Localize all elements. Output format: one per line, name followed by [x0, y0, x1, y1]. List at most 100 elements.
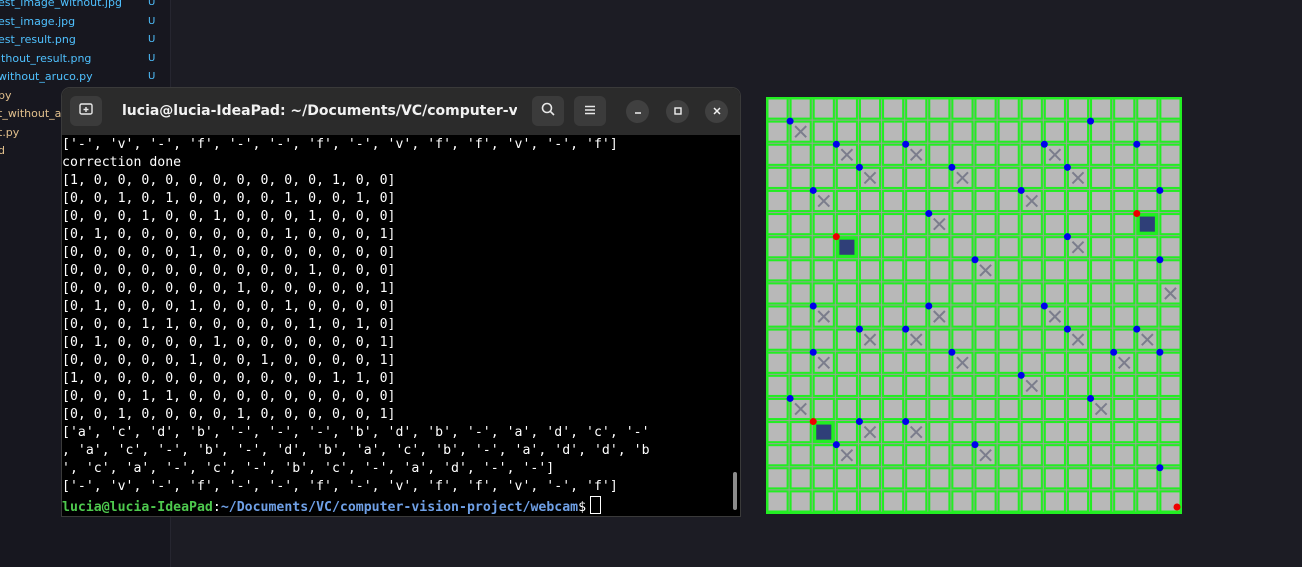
blue-corner-marker — [855, 325, 863, 333]
answer-cell — [1136, 351, 1159, 374]
sidebar-file-name: ithout_result.png — [0, 51, 92, 65]
answer-cell — [997, 236, 1020, 259]
menu-button[interactable] — [574, 96, 606, 126]
answer-cell — [766, 143, 789, 166]
answer-cell — [766, 467, 789, 490]
answer-cell — [1113, 120, 1136, 143]
answer-cell — [1113, 467, 1136, 490]
answer-cell — [997, 305, 1020, 328]
sidebar-file-item[interactable]: without_aruco.py U — [0, 68, 155, 86]
answer-cell — [882, 374, 905, 397]
answer-cell — [882, 166, 905, 189]
sidebar-file-item[interactable]: est_image.jpg U — [0, 13, 155, 31]
terminal-output-line: correction done — [62, 155, 182, 170]
answer-cell — [1020, 259, 1043, 282]
terminal-output-line: [0, 0, 0, 0, 0, 1, 0, 0, 1, 0, 0, 0, 0, … — [62, 353, 396, 368]
blue-corner-marker — [1040, 140, 1048, 148]
answer-cell — [928, 467, 951, 490]
answer-cell — [766, 213, 789, 236]
answer-cell — [905, 490, 928, 513]
new-tab-button[interactable] — [70, 96, 102, 126]
answer-cell — [766, 236, 789, 259]
answer-cell — [1159, 328, 1182, 351]
answer-cell — [1113, 444, 1136, 467]
answer-cell — [1090, 328, 1113, 351]
answer-cell — [951, 421, 974, 444]
blue-corner-marker — [1156, 464, 1164, 472]
answer-cell — [997, 490, 1020, 513]
answer-cell — [1159, 120, 1182, 143]
answer-cell — [766, 97, 789, 120]
answer-cell — [1090, 236, 1113, 259]
answer-cell — [951, 120, 974, 143]
answer-cell — [1043, 374, 1066, 397]
answer-cell — [835, 166, 858, 189]
search-button[interactable] — [532, 96, 564, 126]
blue-corner-marker — [1156, 256, 1164, 264]
answer-cell — [789, 305, 812, 328]
answer-cell — [835, 490, 858, 513]
answer-cell — [1159, 421, 1182, 444]
blue-corner-marker — [786, 117, 794, 125]
minimize-button[interactable] — [626, 100, 649, 123]
sidebar-file-name: est_result.png — [0, 33, 76, 46]
answer-cell — [1090, 166, 1113, 189]
terminal-output[interactable]: ['-', 'v', '-', 'f', '-', '-', 'f', '-',… — [62, 138, 730, 516]
answer-cell — [905, 213, 928, 236]
answer-cell — [974, 236, 997, 259]
answer-cell — [1043, 397, 1066, 421]
sidebar-file-item[interactable]: est_result.png U — [0, 31, 155, 49]
answer-cell — [997, 259, 1020, 282]
maximize-button[interactable] — [666, 100, 689, 123]
blue-corner-marker — [1017, 371, 1025, 379]
terminal-window[interactable]: lucia@lucia-IdeaPad: ~/Documents/VC/comp… — [62, 88, 740, 516]
answer-cell — [882, 97, 905, 120]
red-corner-marker — [832, 233, 840, 241]
answer-cell — [1066, 467, 1090, 490]
answer-cell — [882, 351, 905, 374]
terminal-title: lucia@lucia-IdeaPad: ~/Documents/VC/comp… — [122, 103, 517, 119]
blue-corner-marker — [1087, 394, 1095, 402]
search-icon — [540, 101, 556, 121]
prompt-separator: : — [212, 500, 221, 515]
answer-cell — [974, 467, 997, 490]
answer-cell — [1113, 374, 1136, 397]
answer-cell — [858, 467, 882, 490]
terminal-scrollbar[interactable] — [733, 472, 737, 510]
answer-cell — [974, 490, 997, 513]
terminal-output-line: [0, 1, 0, 0, 0, 0, 0, 0, 0, 1, 0, 0, 0, … — [62, 227, 396, 242]
answer-cell — [928, 189, 951, 213]
answer-cell — [1113, 282, 1136, 305]
close-button[interactable] — [705, 100, 728, 123]
answer-cell — [1113, 97, 1136, 120]
answer-cell — [1159, 236, 1182, 259]
answer-cell — [1020, 351, 1043, 374]
answer-cell — [1020, 490, 1043, 513]
answer-cell — [1159, 189, 1182, 213]
answer-cell — [974, 120, 997, 143]
answer-cell — [951, 444, 974, 467]
answer-cell — [812, 490, 835, 513]
answer-cell — [905, 97, 928, 120]
answer-cell — [1066, 397, 1090, 421]
answer-cell — [1090, 189, 1113, 213]
terminal-output-line: [0, 0, 0, 0, 0, 0, 0, 0, 0, 0, 1, 0, 0, … — [62, 263, 396, 278]
sidebar-file-item[interactable]: ithout_result.png U — [0, 50, 155, 68]
answer-cell — [766, 328, 789, 351]
answer-cell — [882, 305, 905, 328]
blue-corner-marker — [1017, 186, 1025, 194]
answer-cell — [1159, 351, 1182, 374]
answer-cell — [1020, 143, 1043, 166]
sidebar-file-item[interactable]: est_image_without.jpg U — [0, 0, 155, 12]
terminal-output-line: [1, 0, 0, 0, 0, 0, 0, 0, 0, 0, 0, 1, 1, … — [62, 371, 396, 386]
answer-cell — [997, 166, 1020, 189]
terminal-prompt-line[interactable]: lucia@lucia-IdeaPad:~/Documents/VC/compu… — [62, 496, 602, 515]
answer-cell — [951, 189, 974, 213]
answer-cell — [1043, 166, 1066, 189]
answer-cell — [1136, 97, 1159, 120]
answer-cell — [951, 97, 974, 120]
answer-cell — [1043, 120, 1066, 143]
answer-cell — [766, 166, 789, 189]
answer-cell — [974, 282, 997, 305]
answer-cell — [1043, 97, 1066, 120]
